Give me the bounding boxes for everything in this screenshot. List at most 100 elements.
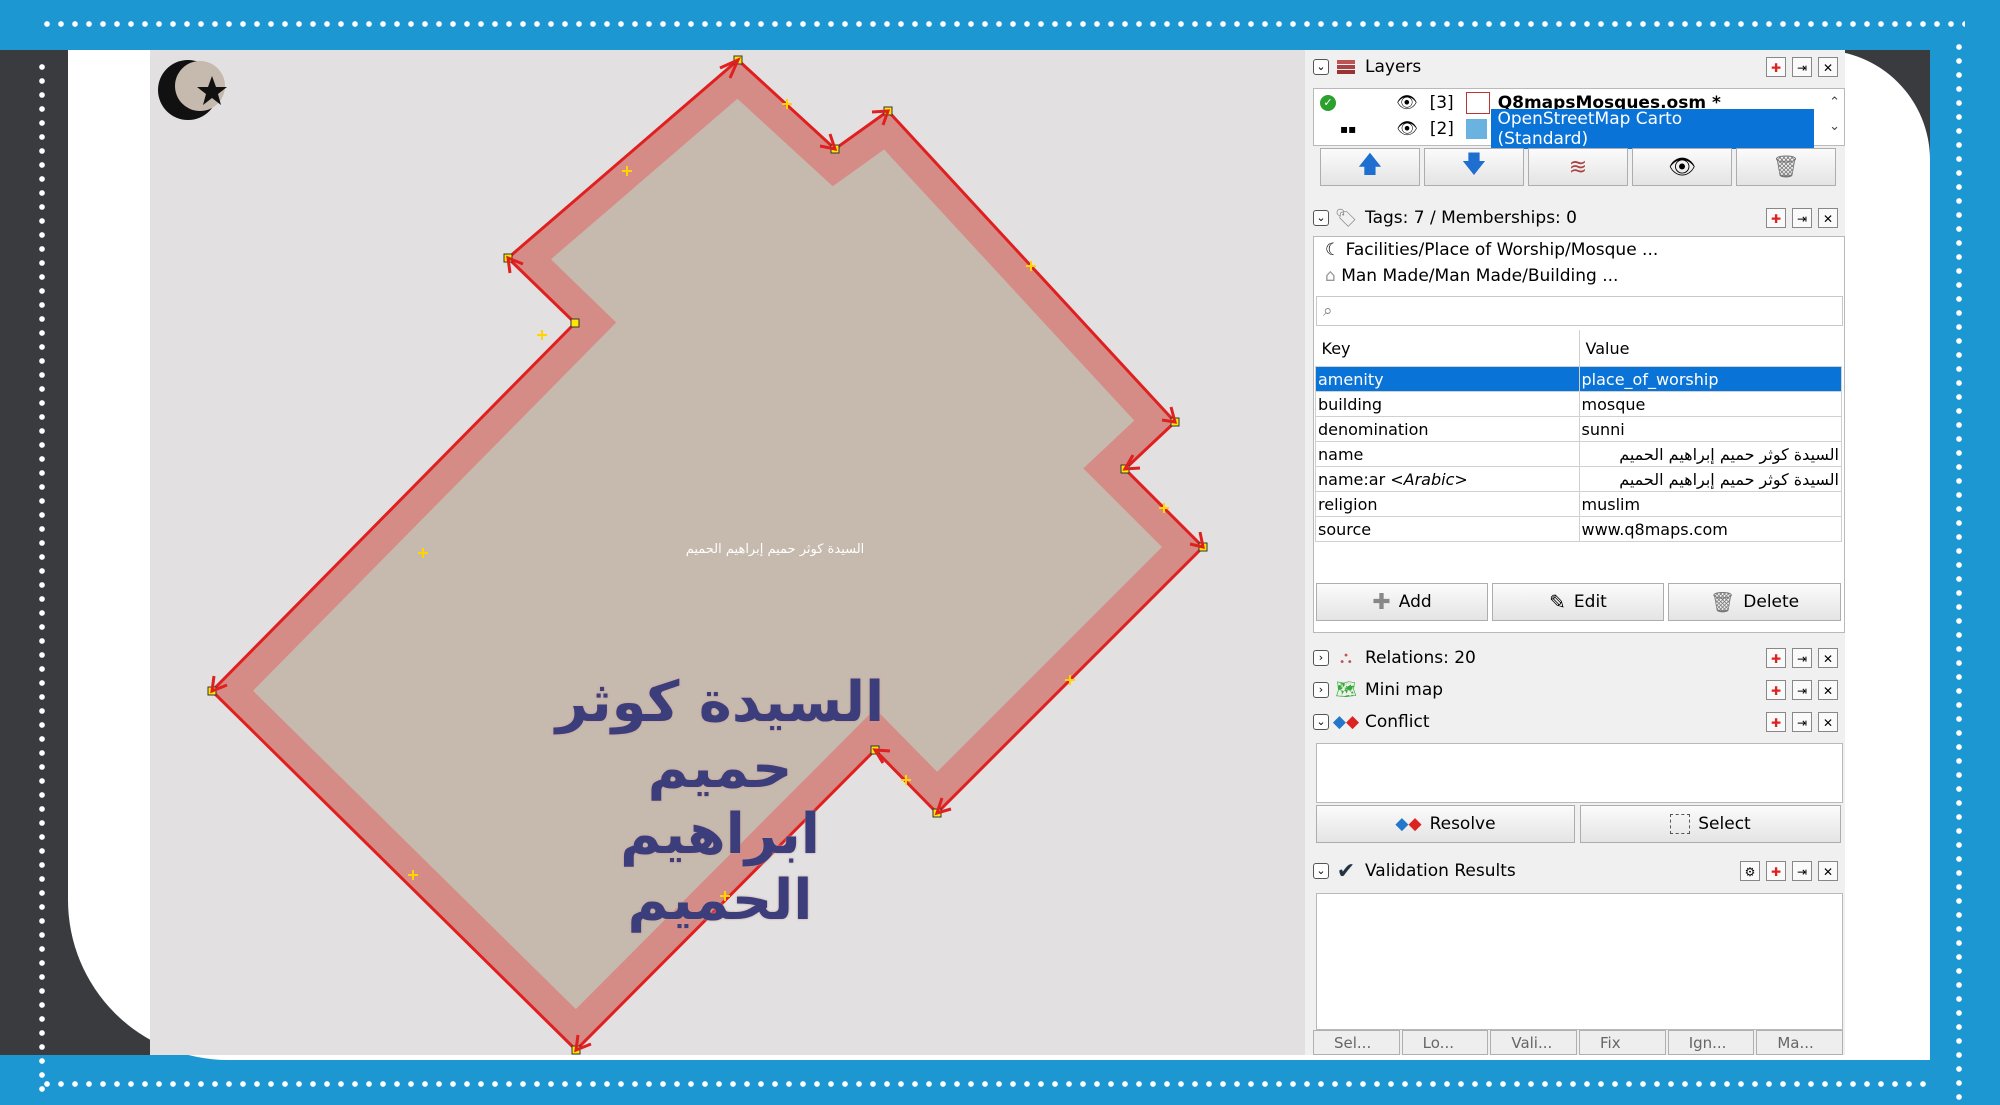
- layers-dialog-header[interactable]: ⌄ Layers ✚ ⇥ ✕: [1313, 54, 1848, 80]
- frame-blue-right: [1930, 50, 2000, 1060]
- value-column-header[interactable]: Value: [1579, 330, 1842, 367]
- tag-key[interactable]: source: [1315, 516, 1580, 542]
- close-icon[interactable]: ✕: [1818, 57, 1838, 77]
- detach-icon[interactable]: ⇥: [1792, 648, 1812, 668]
- collapse-toggle[interactable]: ⌄: [1313, 863, 1329, 879]
- tag-key[interactable]: religion: [1315, 491, 1580, 517]
- table-row[interactable]: building mosque: [1315, 391, 1842, 417]
- tags-dialog-header[interactable]: ⌄ 🏷 Tags: 7 / Memberships: 0 ✚ ⇥ ✕: [1313, 205, 1848, 231]
- collapse-toggle[interactable]: ⌄: [1313, 210, 1329, 226]
- table-row[interactable]: name:ar <Arabic> السيدة كوثر حميم إبراهي…: [1315, 466, 1842, 492]
- relations-dialog-header[interactable]: › ⛬ Relations: 20 ✚ ⇥ ✕: [1313, 645, 1848, 671]
- edit-tag-button[interactable]: ✎ Edit: [1492, 583, 1664, 621]
- expand-toggle[interactable]: ›: [1313, 650, 1329, 666]
- close-icon[interactable]: ✕: [1818, 208, 1838, 228]
- collapse-toggle[interactable]: ⌄: [1313, 59, 1329, 75]
- table-row[interactable]: source www.q8maps.com: [1315, 516, 1842, 542]
- table-row[interactable]: denomination sunni: [1315, 416, 1842, 442]
- tag-key[interactable]: denomination: [1315, 416, 1580, 442]
- validation-validate-button[interactable]: Vali...: [1490, 1030, 1578, 1055]
- detach-icon[interactable]: ⇥: [1792, 57, 1812, 77]
- minimap-dialog-header[interactable]: › 🗺 Mini map ✚ ⇥ ✕: [1313, 677, 1848, 703]
- table-row[interactable]: amenity place_of_worship: [1315, 366, 1842, 392]
- tag-value[interactable]: place_of_worship: [1578, 366, 1842, 392]
- tag-table[interactable]: Key Value amenity place_of_worship build…: [1315, 330, 1842, 542]
- layers-title: Layers: [1365, 57, 1422, 77]
- tag-key[interactable]: name:ar <Arabic>: [1315, 466, 1580, 492]
- tag-value[interactable]: sunni: [1578, 416, 1842, 442]
- table-row[interactable]: name السيدة كوثر حميم إبراهيم الحميم: [1315, 441, 1842, 467]
- dialog-buttons: ✚ ⇥ ✕: [1766, 648, 1838, 668]
- frame-dots-top: [40, 20, 1965, 28]
- toggle-visibility-button[interactable]: 👁: [1632, 148, 1732, 186]
- eye-icon[interactable]: 👁: [1396, 93, 1418, 113]
- activate-layer-button[interactable]: ≋: [1528, 148, 1628, 186]
- tag-search-input[interactable]: [1332, 301, 1842, 321]
- tag-key[interactable]: amenity: [1315, 366, 1580, 392]
- move-up-button[interactable]: 🡅: [1320, 148, 1420, 186]
- help-icon[interactable]: ✚: [1766, 712, 1786, 732]
- preset-link[interactable]: ☾ Facilities/Place of Worship/Mosque ...: [1325, 240, 1658, 260]
- preferences-icon[interactable]: ⚙: [1740, 861, 1760, 881]
- detach-icon[interactable]: ⇥: [1792, 680, 1812, 700]
- help-icon[interactable]: ✚: [1766, 648, 1786, 668]
- minimap-title: Mini map: [1365, 680, 1444, 700]
- layer-index: [3]: [1429, 93, 1454, 113]
- tag-key[interactable]: building: [1315, 391, 1580, 417]
- delete-layer-button[interactable]: 🗑: [1736, 148, 1836, 186]
- conflict-dialog-header[interactable]: ⌄ ◆ ◆ Conflict ✚ ⇥ ✕: [1313, 709, 1848, 735]
- validation-results-list[interactable]: [1316, 893, 1843, 1030]
- preset-link[interactable]: ⌂ Man Made/Man Made/Building ...: [1325, 266, 1618, 286]
- tag-value[interactable]: mosque: [1578, 391, 1842, 417]
- frame-dots-right: [1955, 40, 1963, 1100]
- tag-value[interactable]: السيدة كوثر حميم إبراهيم الحميم: [1578, 441, 1842, 467]
- validation-dialog-header[interactable]: ⌄ ✔ Validation Results ⚙ ✚ ⇥ ✕: [1313, 858, 1848, 884]
- scroll-arrows[interactable]: ⌃ ⌄: [1829, 91, 1840, 139]
- detach-icon[interactable]: ⇥: [1792, 861, 1812, 881]
- move-down-button[interactable]: 🡇: [1424, 148, 1524, 186]
- delete-tag-button[interactable]: 🗑 Delete: [1668, 583, 1841, 621]
- help-icon[interactable]: ✚: [1766, 861, 1786, 881]
- close-icon[interactable]: ✕: [1818, 861, 1838, 881]
- tag-value[interactable]: السيدة كوثر حميم إبراهيم الحميم: [1578, 466, 1842, 492]
- side-panel: ⌄ Layers ✚ ⇥ ✕ ✓ 👁 [3] Q8mapsMosques.osm…: [1305, 50, 1845, 1055]
- table-row[interactable]: religion muslim: [1315, 491, 1842, 517]
- search-icon: ⌕: [1323, 301, 1333, 321]
- map-view[interactable]: السيدة كوثر حميم إبراهيم الحميم السيدة ك…: [150, 50, 1305, 1055]
- detach-icon[interactable]: ⇥: [1792, 712, 1812, 732]
- detach-icon[interactable]: ⇥: [1792, 208, 1812, 228]
- help-icon[interactable]: ✚: [1766, 680, 1786, 700]
- map-name-label-small: السيدة كوثر حميم إبراهيم الحميم: [685, 542, 865, 557]
- close-icon[interactable]: ✕: [1818, 680, 1838, 700]
- validation-more-button[interactable]: Ma...: [1756, 1030, 1844, 1055]
- help-icon[interactable]: ✚: [1766, 57, 1786, 77]
- layer-row[interactable]: ▪▪ 👁 [2] OpenStreetMap Carto (Standard): [1314, 109, 1814, 149]
- tag-value[interactable]: www.q8maps.com: [1578, 516, 1842, 542]
- tag-search-field[interactable]: ⌕: [1316, 296, 1843, 326]
- validation-ignore-button[interactable]: Ign...: [1667, 1030, 1755, 1055]
- add-tag-label: Add: [1398, 592, 1432, 612]
- add-tag-button[interactable]: ✚ Add: [1316, 583, 1488, 621]
- resolve-button[interactable]: ◆◆ Resolve: [1316, 805, 1575, 843]
- close-icon[interactable]: ✕: [1818, 712, 1838, 732]
- validation-buttons: Sel... Lo... Vali... Fix Ign... Ma...: [1313, 1030, 1844, 1055]
- expand-toggle[interactable]: ›: [1313, 682, 1329, 698]
- tag-value[interactable]: muslim: [1578, 491, 1842, 517]
- layer-list[interactable]: ✓ 👁 [3] Q8mapsMosques.osm * ▪▪ 👁 [2] Ope…: [1313, 88, 1845, 149]
- validation-title: Validation Results: [1365, 861, 1516, 881]
- validation-fix-button[interactable]: Fix: [1579, 1030, 1666, 1055]
- close-icon[interactable]: ✕: [1818, 648, 1838, 668]
- preset-label: Facilities/Place of Worship/Mosque ...: [1345, 240, 1659, 260]
- key-column-header[interactable]: Key: [1315, 330, 1580, 367]
- collapse-toggle[interactable]: ⌄: [1313, 714, 1329, 730]
- dialog-buttons: ✚ ⇥ ✕: [1766, 712, 1838, 732]
- tag-key[interactable]: name: [1315, 441, 1580, 467]
- select-button[interactable]: Select: [1580, 805, 1841, 843]
- delete-layer-icon: 🗑: [1772, 154, 1800, 180]
- help-icon[interactable]: ✚: [1766, 208, 1786, 228]
- validation-lookup-button[interactable]: Lo...: [1401, 1030, 1489, 1055]
- select-label: Select: [1698, 814, 1751, 834]
- validation-select-button[interactable]: Sel...: [1313, 1030, 1400, 1055]
- eye-icon[interactable]: 👁: [1396, 119, 1418, 139]
- conflict-list[interactable]: [1316, 743, 1843, 803]
